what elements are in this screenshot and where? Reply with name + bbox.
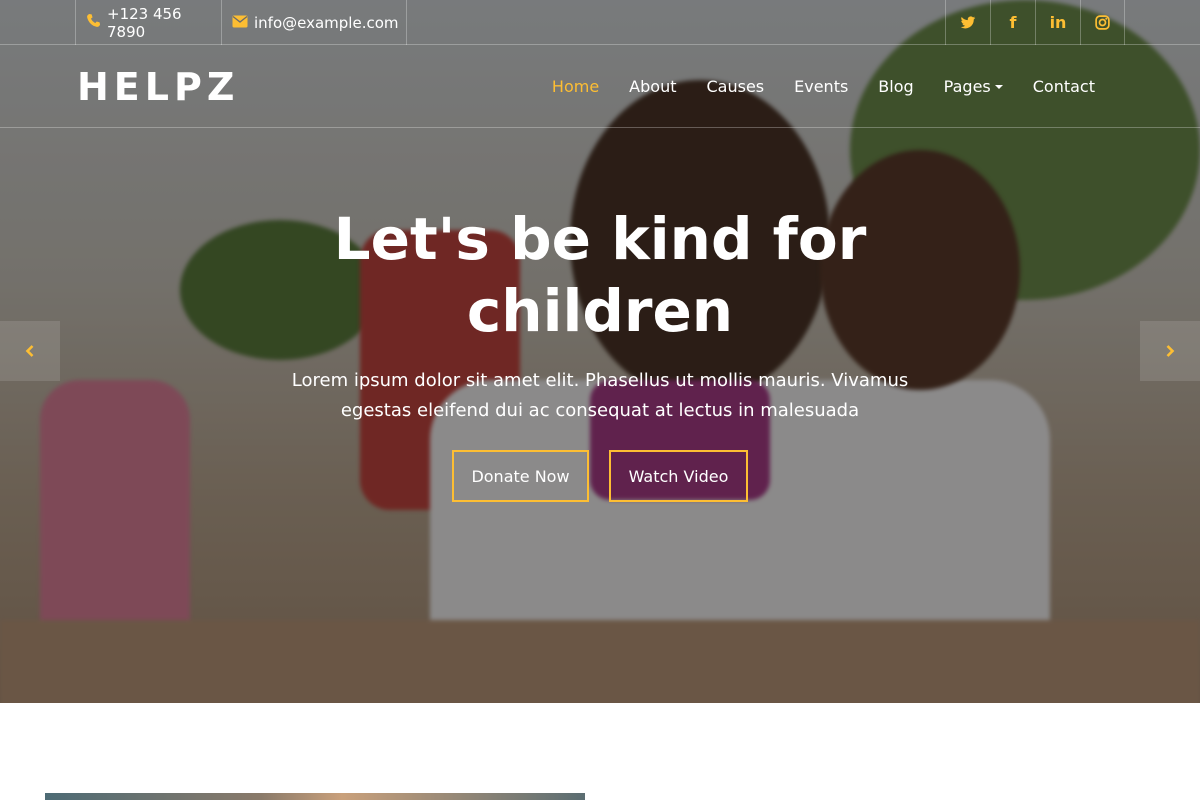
top-bar: +123 456 7890 info@example.com f in [0, 0, 1200, 45]
phone-contact[interactable]: +123 456 7890 [75, 0, 221, 45]
watch-video-button[interactable]: Watch Video [609, 450, 748, 502]
phone-icon [86, 13, 101, 32]
linkedin-icon[interactable]: in [1035, 0, 1080, 45]
email-contact[interactable]: info@example.com [221, 0, 407, 45]
nav-item-label: Causes [706, 77, 765, 96]
chevron-left-icon [25, 345, 34, 357]
nav-item-label: Events [794, 77, 849, 96]
carousel-next-button[interactable] [1140, 321, 1200, 381]
nav-item-label: Pages [943, 77, 991, 96]
nav-item-home[interactable]: Home [537, 75, 614, 99]
carousel-prev-button[interactable] [0, 321, 60, 381]
nav-item-label: Home [551, 77, 600, 96]
brand-logo[interactable]: HELPZ [77, 65, 239, 109]
nav-item-label: About [629, 77, 677, 96]
nav-item-causes[interactable]: Causes [691, 75, 779, 99]
nav-item-label: Contact [1032, 77, 1095, 96]
instagram-icon[interactable] [1080, 0, 1125, 45]
nav-item-label: Blog [878, 77, 914, 96]
nav-item-events[interactable]: Events [779, 75, 863, 99]
nav-item-blog[interactable]: Blog [863, 75, 928, 99]
nav-item-about[interactable]: About [614, 75, 691, 99]
nav-item-pages[interactable]: Pages [929, 75, 1018, 99]
caret-down-icon [994, 85, 1003, 89]
facebook-icon[interactable]: f [990, 0, 1035, 45]
email-address: info@example.com [254, 13, 399, 32]
envelope-icon [232, 14, 248, 32]
twitter-icon[interactable] [945, 0, 990, 45]
hero-title: Let's be kind for children [333, 205, 867, 345]
phone-number: +123 456 7890 [107, 4, 182, 41]
about-section-image [45, 793, 585, 800]
social-links: f in [945, 0, 1125, 45]
nav-menu: Home About Causes Events Blog Pages Cont… [537, 75, 1110, 99]
nav-item-contact[interactable]: Contact [1018, 75, 1110, 99]
main-navbar: HELPZ Home About Causes Events Blog Page… [0, 45, 1200, 128]
hero-description: Lorem ipsum dolor sit amet elit. Phasell… [291, 370, 909, 421]
chevron-right-icon [1166, 345, 1175, 357]
donate-now-button[interactable]: Donate Now [452, 450, 589, 502]
